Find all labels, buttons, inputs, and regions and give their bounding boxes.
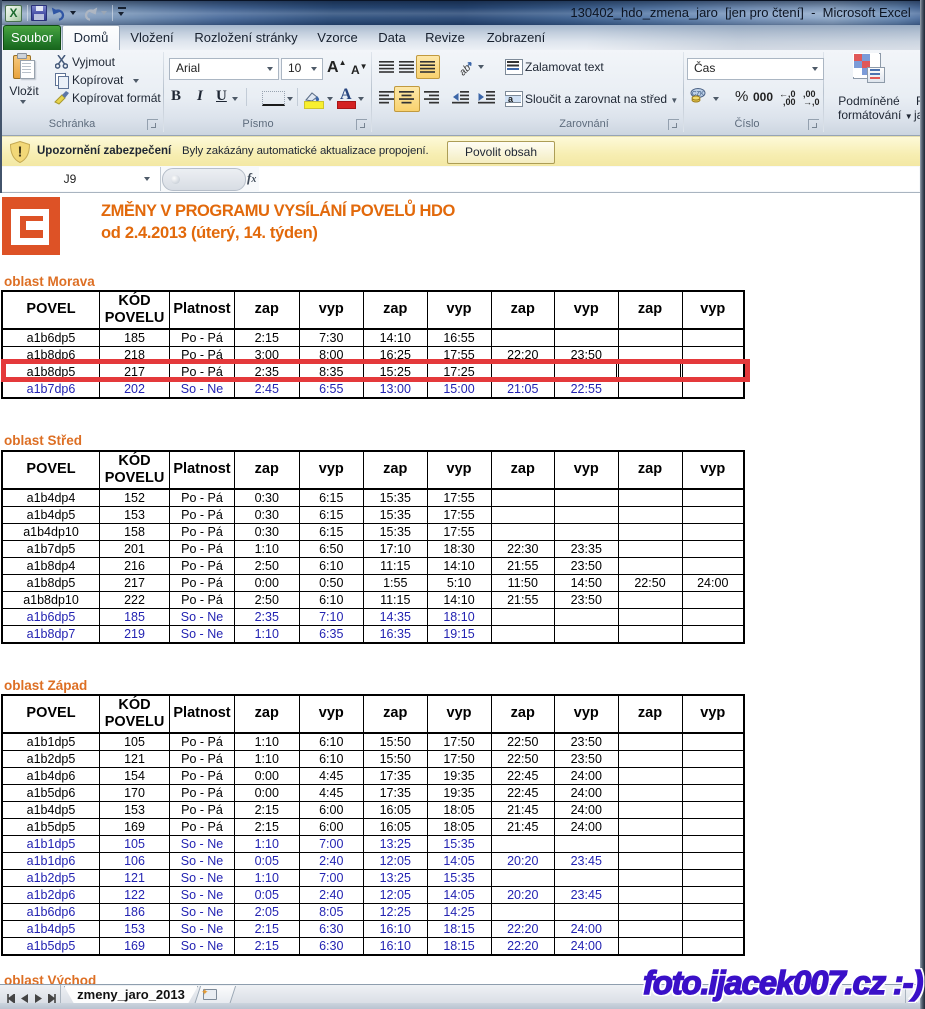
svg-text:!: ! [18,144,23,161]
